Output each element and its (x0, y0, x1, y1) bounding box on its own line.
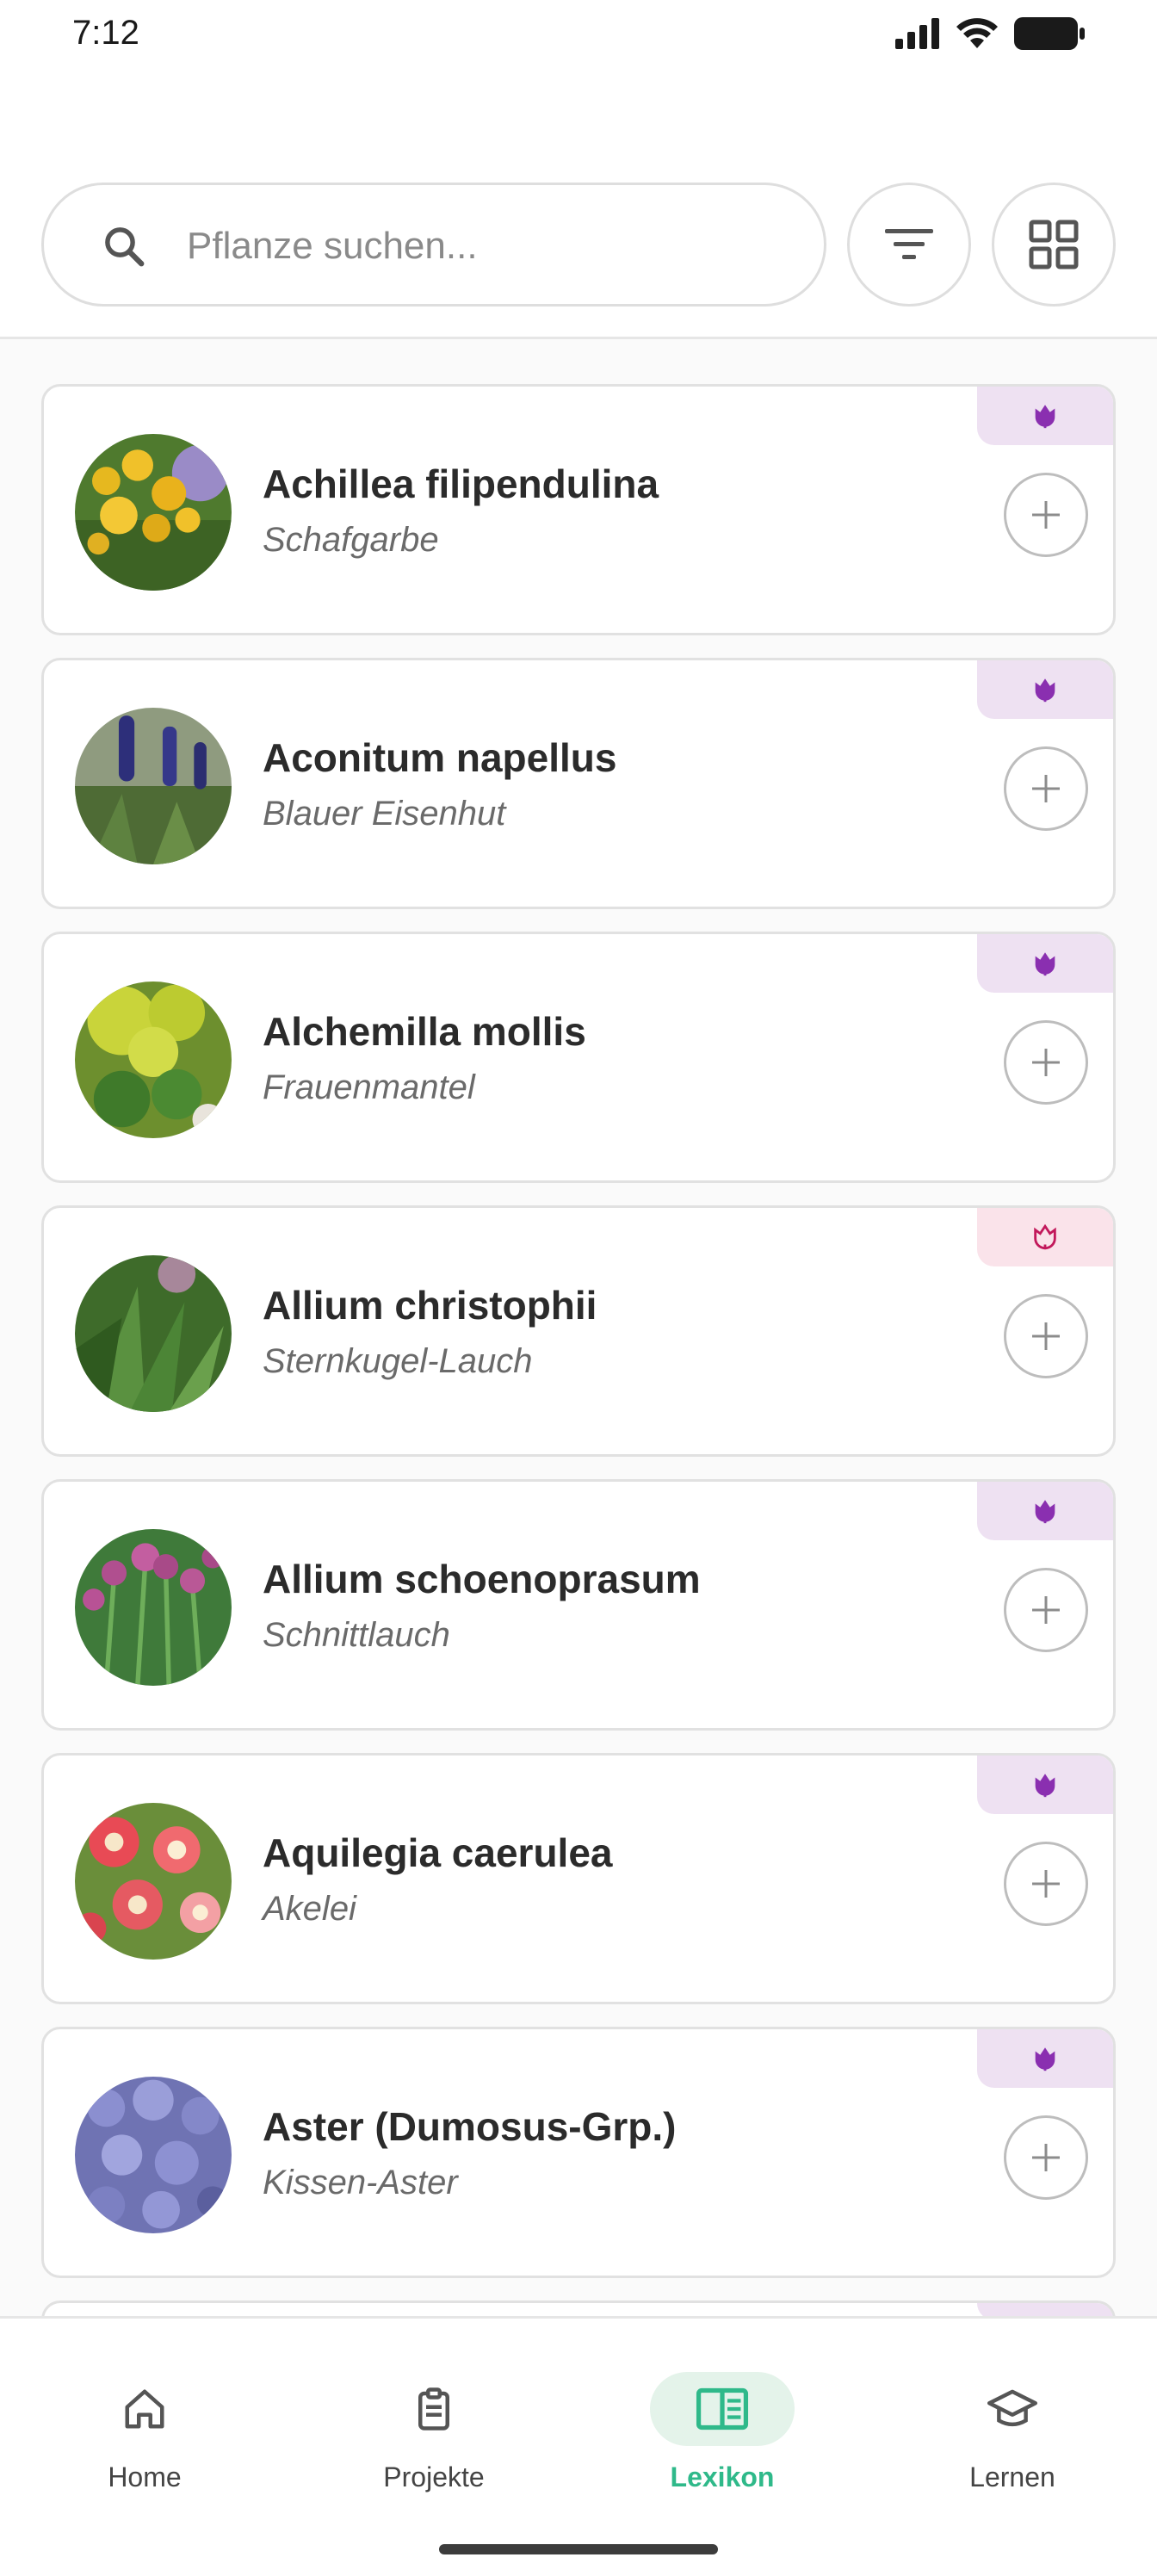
plant-common-name: Blauer Eisenhut (263, 795, 506, 833)
tulip-icon (1035, 678, 1055, 703)
search-input[interactable]: Pflanze suchen... (41, 183, 826, 307)
add-plant-button[interactable] (1004, 473, 1088, 557)
home-indicator (439, 2544, 718, 2554)
wifi-icon (956, 18, 998, 48)
plant-type-badge (977, 2029, 1113, 2088)
plant-card[interactable]: Allium christophii Sternkugel-Lauch (41, 1205, 1116, 1457)
book-icon (696, 2387, 749, 2430)
plant-thumbnail (75, 2077, 232, 2233)
bottom-navigation: Home Projekte Lexikon Lernen (0, 2316, 1157, 2576)
add-plant-button[interactable] (1004, 1842, 1088, 1926)
plant-thumbnail (75, 708, 232, 864)
add-plant-button[interactable] (1004, 1020, 1088, 1105)
plant-common-name: Sternkugel-Lauch (263, 1342, 533, 1380)
plant-latin-name: Aster (Dumosus-Grp.) (263, 2104, 677, 2149)
plant-thumbnail (75, 1529, 232, 1686)
plant-type-badge (977, 1482, 1113, 1540)
plant-thumbnail (75, 434, 232, 591)
tulip-icon (1035, 1774, 1055, 1798)
plant-thumbnail (75, 1803, 232, 1960)
nav-learn-label: Lernen (969, 2461, 1055, 2492)
search-icon (105, 227, 145, 267)
plant-card[interactable]: Aquilegia caerulea Akelei (41, 1753, 1116, 2004)
nav-learn[interactable]: Lernen (913, 2372, 1111, 2501)
plant-thumbnail (75, 1255, 232, 1412)
tulip-icon (1035, 2047, 1055, 2071)
plant-latin-name: Aconitum napellus (263, 735, 617, 780)
search-placeholder: Pflanze suchen... (187, 225, 478, 267)
plant-card[interactable]: Aster (Dumosus-Grp.) Kissen-Aster (41, 2027, 1116, 2278)
add-plant-button[interactable] (1004, 2115, 1088, 2200)
plus-icon (1032, 775, 1060, 802)
plant-latin-name: Allium christophii (263, 1283, 597, 1328)
plus-icon (1032, 2144, 1060, 2171)
graduation-cap-icon (987, 2389, 1037, 2427)
nav-lexicon[interactable]: Lexikon (623, 2372, 821, 2501)
grid-view-icon (1029, 220, 1079, 269)
status-icons (895, 17, 1085, 50)
filter-button[interactable] (847, 183, 971, 307)
search-header: Pflanze suchen... (0, 72, 1157, 339)
plant-common-name: Frauenmantel (263, 1068, 475, 1106)
plus-icon (1032, 1322, 1060, 1350)
plant-type-badge (977, 660, 1113, 719)
add-plant-button[interactable] (1004, 1294, 1088, 1378)
battery-icon (1014, 17, 1085, 50)
nav-projects[interactable]: Projekte (335, 2372, 533, 2501)
plant-common-name: Schnittlauch (263, 1616, 450, 1654)
plant-common-name: Akelei (263, 1890, 356, 1928)
plant-type-badge (977, 934, 1113, 993)
bulb-flower-icon (1034, 1223, 1056, 1250)
filter-icon (885, 229, 933, 259)
plant-thumbnail (75, 981, 232, 1138)
plant-latin-name: Allium schoenoprasum (263, 1557, 701, 1601)
plus-icon (1032, 1870, 1060, 1898)
tulip-icon (1035, 952, 1055, 976)
add-plant-button[interactable] (1004, 746, 1088, 831)
home-icon (125, 2389, 164, 2429)
plant-latin-name: Achillea filipendulina (263, 461, 659, 506)
plus-icon (1032, 1049, 1060, 1076)
clipboard-icon (418, 2387, 449, 2430)
plant-card[interactable]: Alchemilla mollis Frauenmantel (41, 932, 1116, 1183)
plant-type-badge (977, 1756, 1113, 1814)
plant-latin-name: Aquilegia caerulea (263, 1830, 613, 1875)
plus-icon (1032, 1596, 1060, 1624)
status-bar: 7:12 (0, 0, 1157, 72)
plant-common-name: Schafgarbe (263, 521, 439, 559)
nav-home-label: Home (108, 2461, 182, 2492)
tulip-icon (1035, 1500, 1055, 1524)
plant-card[interactable]: Aconitum napellus Blauer Eisenhut (41, 658, 1116, 909)
grid-view-button[interactable] (992, 183, 1116, 307)
plant-type-badge (977, 387, 1113, 445)
plant-card[interactable]: Achillea filipendulina Schafgarbe (41, 384, 1116, 635)
plant-common-name: Kissen-Aster (263, 2164, 458, 2201)
status-time: 7:12 (72, 14, 139, 52)
plant-latin-name: Alchemilla mollis (263, 1009, 586, 1054)
plant-card[interactable]: Allium schoenoprasum Schnittlauch (41, 1479, 1116, 1731)
add-plant-button[interactable] (1004, 1568, 1088, 1652)
signal-icon (895, 18, 939, 49)
nav-projects-label: Projekte (383, 2461, 485, 2492)
plant-type-badge (977, 1208, 1113, 1266)
tulip-icon (1035, 405, 1055, 429)
nav-home[interactable]: Home (46, 2372, 244, 2501)
plus-icon (1032, 501, 1060, 529)
nav-lexicon-label: Lexikon (670, 2461, 775, 2492)
